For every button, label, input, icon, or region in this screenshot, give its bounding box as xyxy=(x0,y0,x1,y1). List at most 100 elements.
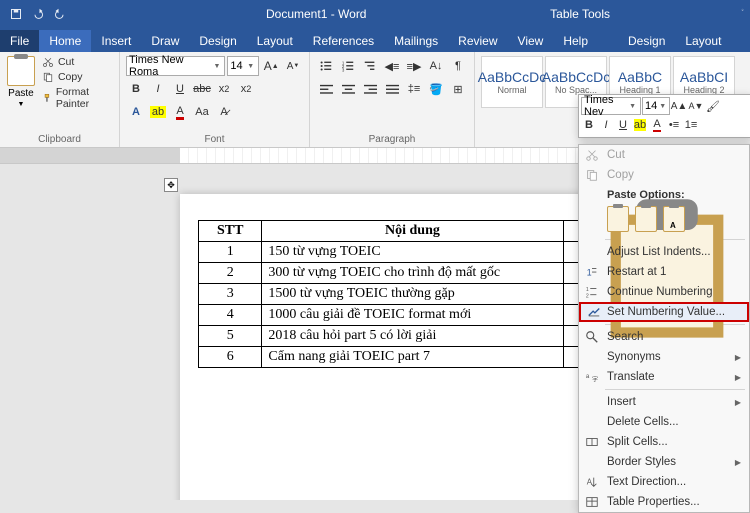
text-effects-button[interactable]: A xyxy=(126,102,146,122)
tab-table-layout[interactable]: Layout xyxy=(675,30,731,52)
superscript-button[interactable]: x2 xyxy=(236,79,256,99)
align-left-button[interactable] xyxy=(316,79,336,99)
highlight-button[interactable]: ab xyxy=(148,102,168,122)
font-size-combo[interactable]: 14▼ xyxy=(227,56,259,76)
line-spacing-button[interactable]: ‡≡ xyxy=(404,79,424,99)
tell-me-search[interactable]: Tell me what you want to xyxy=(731,0,750,52)
context-set-numbering-value[interactable]: Set Numbering Value... xyxy=(579,302,749,322)
context-translate[interactable]: a字Translate▶ xyxy=(579,367,749,387)
save-icon[interactable] xyxy=(10,8,22,20)
cut-button[interactable]: Cut xyxy=(42,56,113,68)
context-adjust-indents[interactable]: Adjust List Indents... xyxy=(579,242,749,262)
tab-help[interactable]: Help xyxy=(553,30,598,52)
mini-font-size-combo[interactable]: 14▼ xyxy=(642,97,670,115)
cell-content[interactable]: 1500 từ vựng TOEIC thường gặp xyxy=(262,284,563,305)
subscript-button[interactable]: x2 xyxy=(214,79,234,99)
borders-button[interactable]: ⊞ xyxy=(448,79,468,99)
cell-content[interactable]: 2018 câu hỏi part 5 có lời giải xyxy=(262,326,563,347)
tab-file[interactable]: File xyxy=(0,30,39,52)
change-case-button[interactable]: Aa xyxy=(192,102,212,122)
table-header-stt[interactable]: STT xyxy=(199,221,262,242)
tab-layout[interactable]: Layout xyxy=(247,30,303,52)
multilevel-list-button[interactable] xyxy=(360,56,380,76)
mini-format-painter[interactable]: 🖌 xyxy=(705,98,721,114)
svg-text:1: 1 xyxy=(586,287,589,293)
style-box[interactable]: AaBbCcDcNormal xyxy=(481,56,543,108)
paste-merge[interactable] xyxy=(635,206,657,232)
mini-shrink-font[interactable]: A▼ xyxy=(688,98,704,114)
mini-font-color[interactable]: A xyxy=(649,117,665,133)
paste-button[interactable]: Paste ▼ xyxy=(6,56,36,110)
font-name-combo[interactable]: Times New Roma▼ xyxy=(126,56,225,76)
cell-stt[interactable]: 2 xyxy=(199,263,262,284)
grow-font-button[interactable]: A▲ xyxy=(261,56,281,76)
tab-table-design[interactable]: Design xyxy=(618,30,675,52)
sort-button[interactable]: A↓ xyxy=(426,56,446,76)
table-header-content[interactable]: Nội dung xyxy=(262,221,563,242)
context-continue-numbering[interactable]: 12Continue Numbering xyxy=(579,282,749,302)
cell-stt[interactable]: 4 xyxy=(199,305,262,326)
tab-references[interactable]: References xyxy=(303,30,384,52)
context-restart-at-1[interactable]: 1Restart at 1 xyxy=(579,262,749,282)
context-table-properties[interactable]: Table Properties... xyxy=(579,492,749,512)
tab-design[interactable]: Design xyxy=(189,30,246,52)
tab-insert[interactable]: Insert xyxy=(91,30,141,52)
copy-label: Copy xyxy=(58,71,83,83)
context-text-direction[interactable]: AText Direction... xyxy=(579,472,749,492)
mini-highlight[interactable]: ab xyxy=(632,117,648,133)
cell-content[interactable]: Cẩm nang giải TOEIC part 7 xyxy=(262,347,563,368)
underline-button[interactable]: U xyxy=(170,79,190,99)
context-copy[interactable]: Copy xyxy=(579,165,749,185)
cell-stt[interactable]: 5 xyxy=(199,326,262,347)
paste-text-only[interactable]: A xyxy=(663,206,685,232)
align-center-button[interactable] xyxy=(338,79,358,99)
font-color-button[interactable]: A xyxy=(170,102,190,122)
cell-content[interactable]: 150 từ vựng TOEIC xyxy=(262,242,563,263)
undo-icon[interactable] xyxy=(32,8,44,20)
align-right-button[interactable] xyxy=(360,79,380,99)
cell-stt[interactable]: 3 xyxy=(199,284,262,305)
decrease-indent-button[interactable]: ◀≡ xyxy=(382,56,402,76)
numbering-button[interactable]: 123 xyxy=(338,56,358,76)
increase-indent-button[interactable]: ≡▶ xyxy=(404,56,424,76)
redo-icon[interactable] xyxy=(54,8,66,20)
paste-keep-source[interactable] xyxy=(607,206,629,232)
bold-button[interactable]: B xyxy=(126,79,146,99)
cell-content[interactable]: 1000 câu giải đề TOEIC format mới xyxy=(262,305,563,326)
italic-button[interactable]: I xyxy=(148,79,168,99)
cell-stt[interactable]: 6 xyxy=(199,347,262,368)
context-insert[interactable]: Insert▶ xyxy=(579,392,749,412)
format-painter-button[interactable]: Format Painter xyxy=(42,86,113,110)
context-copy-label: Copy xyxy=(607,169,634,181)
shrink-font-button[interactable]: A▼ xyxy=(283,56,303,76)
tab-draw[interactable]: Draw xyxy=(141,30,189,52)
bullets-button[interactable] xyxy=(316,56,336,76)
context-split-cells[interactable]: Split Cells... xyxy=(579,432,749,452)
mini-grow-font[interactable]: A▲ xyxy=(671,98,687,114)
strikethrough-button[interactable]: abc xyxy=(192,79,212,99)
tab-review[interactable]: Review xyxy=(448,30,507,52)
cell-stt[interactable]: 1 xyxy=(199,242,262,263)
mini-bullets[interactable]: •≡ xyxy=(666,117,682,133)
mini-bold[interactable]: B xyxy=(581,117,597,133)
tab-home[interactable]: Home xyxy=(39,30,91,52)
format-painter-label: Format Painter xyxy=(56,86,113,110)
mini-font-name-combo[interactable]: Times Nev▼ xyxy=(581,97,641,115)
justify-button[interactable] xyxy=(382,79,402,99)
context-delete-cells[interactable]: Delete Cells... xyxy=(579,412,749,432)
table-move-handle[interactable]: ✥ xyxy=(164,178,178,192)
cell-content[interactable]: 300 từ vựng TOEIC cho trình độ mất gốc xyxy=(262,263,563,284)
show-marks-button[interactable]: ¶ xyxy=(448,56,468,76)
clear-formatting-button[interactable]: A̷ xyxy=(214,102,234,122)
mini-italic[interactable]: I xyxy=(598,117,614,133)
copy-button[interactable]: Copy xyxy=(42,71,113,83)
shading-button[interactable]: 🪣 xyxy=(426,79,446,99)
context-synonyms[interactable]: Synonyms▶ xyxy=(579,347,749,367)
context-cut[interactable]: Cut xyxy=(579,145,749,165)
context-search[interactable]: Search xyxy=(579,327,749,347)
tab-mailings[interactable]: Mailings xyxy=(384,30,448,52)
tab-view[interactable]: View xyxy=(508,30,554,52)
mini-numbering[interactable]: 1≡ xyxy=(683,117,699,133)
mini-underline[interactable]: U xyxy=(615,117,631,133)
context-border-styles[interactable]: Border Styles▶ xyxy=(579,452,749,472)
